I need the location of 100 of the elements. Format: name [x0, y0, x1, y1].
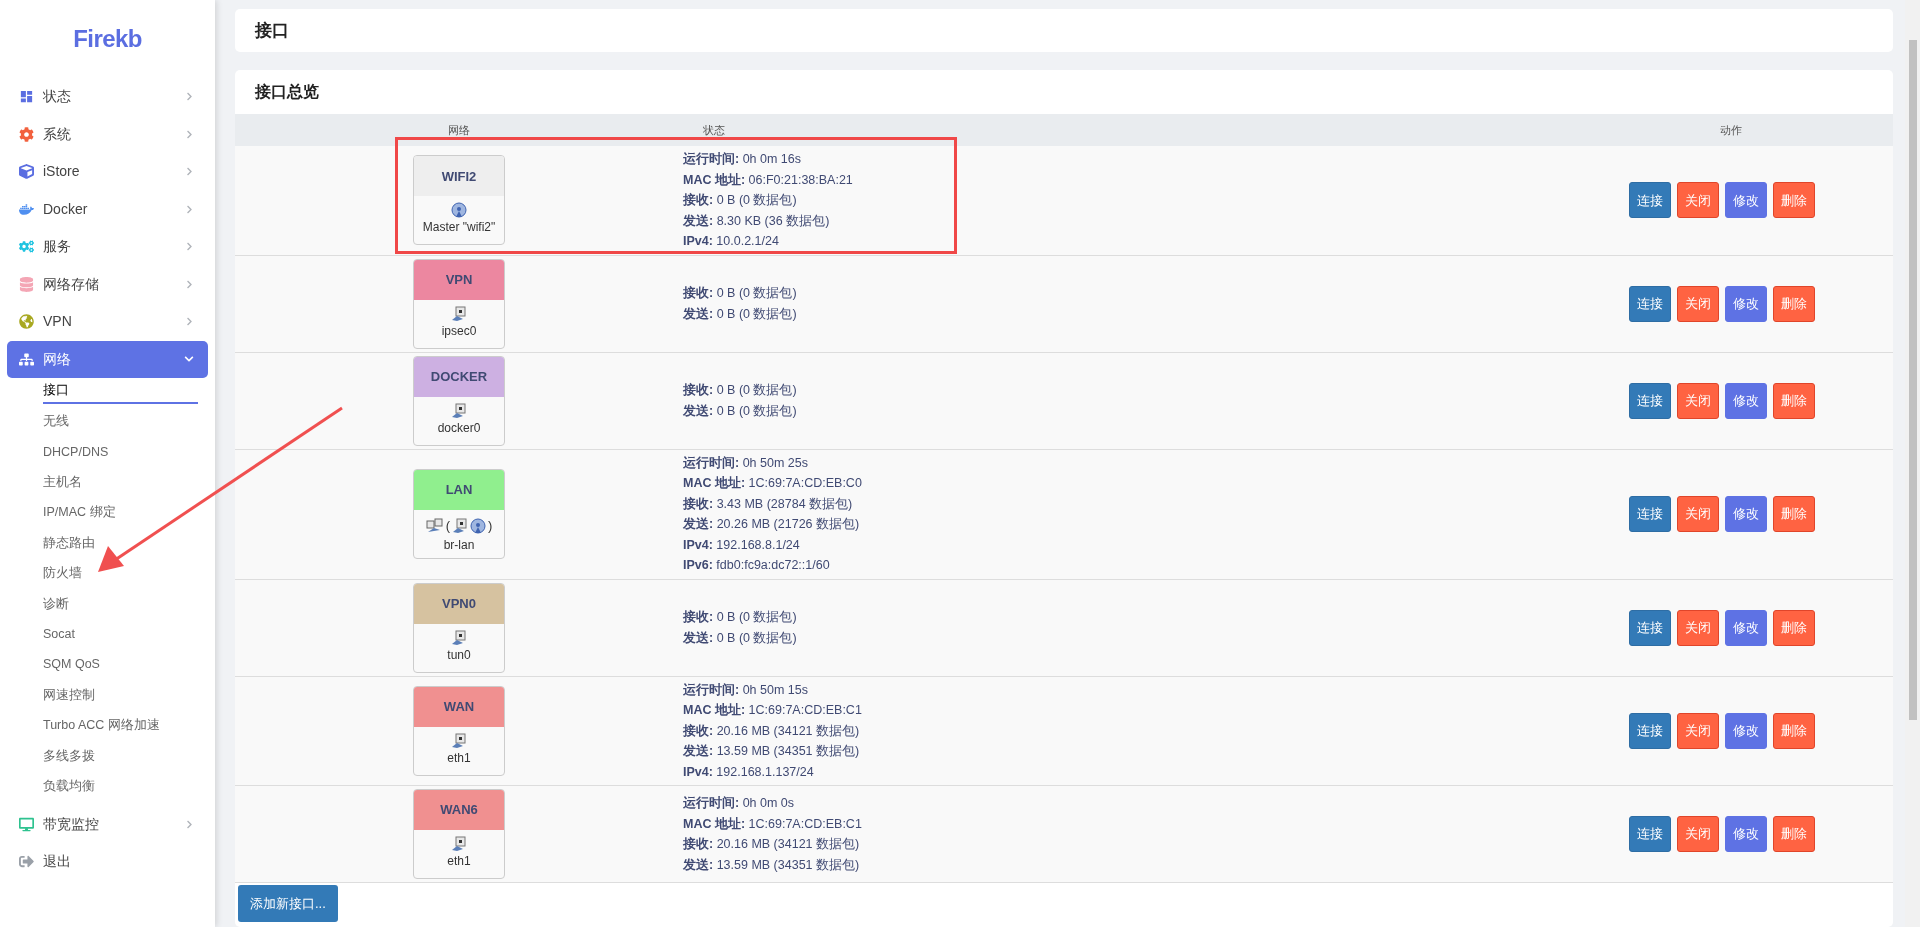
gears-icon — [19, 239, 34, 255]
device-name: docker0 — [437, 419, 481, 437]
submenu-item[interactable]: 无线 — [43, 409, 198, 434]
submenu-item[interactable]: 诊断 — [43, 591, 198, 617]
status-line: 发送: 8.30 KB (36 数据包) — [683, 212, 830, 230]
connect-button[interactable]: 连接 — [1629, 285, 1671, 322]
stop-button[interactable]: 关闭 — [1677, 609, 1719, 646]
sidebar-item-label: 网络 — [43, 349, 72, 369]
submenu-item[interactable]: 接口 — [43, 379, 198, 404]
connect-button[interactable]: 连接 — [1629, 609, 1671, 646]
interface-name: WAN6 — [414, 790, 504, 830]
status-line: 接收: 3.43 MB (28784 数据包) — [683, 495, 853, 513]
sidebar-item[interactable]: iStore — [7, 153, 208, 191]
device-name: tun0 — [447, 646, 471, 664]
delete-button[interactable]: 删除 — [1773, 382, 1815, 419]
column-header: 网络 — [448, 122, 470, 138]
delete-button[interactable]: 删除 — [1773, 285, 1815, 322]
stop-button[interactable]: 关闭 — [1677, 496, 1719, 532]
sidebar-item-label: VPN — [43, 312, 73, 332]
submenu-item[interactable]: 多线多拨 — [43, 743, 198, 769]
page-title: 接口 — [255, 19, 289, 42]
stop-button[interactable]: 关闭 — [1677, 382, 1719, 419]
status-line: 接收: 0 B (0 数据包) — [683, 609, 797, 626]
submenu-item[interactable]: 静态路由 — [43, 530, 198, 556]
section-title: 接口总览 — [254, 82, 320, 102]
bracket-text: ( — [445, 517, 450, 535]
submenu-item[interactable]: 主机名 — [43, 470, 198, 495]
submenu-item[interactable]: DHCP/DNS — [43, 439, 198, 465]
delete-button[interactable]: 删除 — [1773, 712, 1815, 749]
submenu-item[interactable]: Turbo ACC 网络加速 — [43, 713, 198, 738]
connect-button[interactable]: 连接 — [1629, 496, 1671, 532]
status-line: 接收: 0 B (0 数据包) — [683, 285, 797, 302]
stop-button[interactable]: 关闭 — [1677, 712, 1719, 749]
submenu-item[interactable]: 防火墙 — [43, 561, 198, 586]
delete-button[interactable]: 删除 — [1773, 816, 1815, 852]
sidebar-item[interactable]: Docker — [7, 190, 208, 228]
submenu-item[interactable]: 负载均衡 — [43, 774, 198, 799]
logout-icon — [19, 854, 34, 870]
column-header: 状态 — [703, 123, 725, 136]
device-name: eth1 — [447, 749, 471, 767]
sidebar-item[interactable]: 带宽监控 — [7, 805, 208, 843]
submenu-item[interactable]: Socat — [43, 622, 198, 647]
device-name: ipsec0 — [441, 322, 477, 340]
edit-button[interactable]: 修改 — [1725, 382, 1767, 419]
interface-name: DOCKER — [414, 356, 504, 397]
sidebar-item[interactable]: VPN — [7, 303, 208, 341]
connect-button[interactable]: 连接 — [1629, 712, 1671, 749]
edit-button[interactable]: 修改 — [1725, 609, 1767, 646]
sidebar-item[interactable]: 退出 — [7, 842, 208, 881]
submenu-item[interactable]: 网速控制 — [43, 682, 198, 708]
submenu-item[interactable]: SQM QoS — [43, 652, 198, 678]
sidebar-item-label: 网络存储 — [43, 274, 100, 294]
status-line: IPv4: 192.168.8.1/24 — [683, 536, 800, 554]
wireless-icon — [470, 517, 486, 534]
sidebar-item[interactable]: 网络存储 — [7, 265, 208, 303]
globe-icon — [19, 314, 34, 330]
sidebar-item-label: 退出 — [43, 852, 72, 872]
edit-button[interactable]: 修改 — [1725, 182, 1767, 219]
device-name: eth1 — [447, 853, 471, 870]
sidebar-item[interactable]: 网络 — [7, 340, 208, 378]
stop-button[interactable]: 关闭 — [1677, 285, 1719, 322]
sidebar-item-label: iStore — [43, 162, 81, 182]
status-line: 运行时间: 0h 50m 15s — [683, 681, 808, 699]
connect-button[interactable]: 连接 — [1629, 382, 1671, 419]
stop-button[interactable]: 关闭 — [1677, 816, 1719, 852]
network-port-icon — [451, 402, 467, 419]
sidebar-item[interactable]: 系统 — [7, 115, 208, 153]
status-line: 发送: 0 B (0 数据包) — [683, 629, 797, 647]
database-icon — [19, 276, 34, 292]
network-port-icon — [451, 629, 467, 646]
edit-button[interactable]: 修改 — [1725, 285, 1767, 322]
interface-name: WIFI2 — [414, 156, 504, 197]
network-port-icon — [451, 836, 467, 852]
edit-button[interactable]: 修改 — [1725, 816, 1767, 852]
delete-button[interactable]: 删除 — [1773, 496, 1815, 532]
edit-button[interactable]: 修改 — [1725, 496, 1767, 532]
sidebar-item-label: 带宽监控 — [43, 814, 100, 834]
whale-icon — [19, 201, 34, 217]
status-line: MAC 地址: 06:F0:21:38:BA:21 — [683, 171, 853, 189]
connect-button[interactable]: 连接 — [1629, 182, 1671, 219]
interface-name: VPN0 — [414, 583, 504, 624]
status-line: IPv4: 192.168.1.137/24 — [683, 763, 814, 781]
status-line: 接收: 20.16 MB (34121 数据包) — [683, 722, 860, 740]
submenu-item[interactable]: IP/MAC 绑定 — [43, 500, 198, 526]
status-line: 接收: 0 B (0 数据包) — [683, 382, 797, 399]
status-line: IPv6: fdb0:fc9a:dc72::1/60 — [683, 557, 830, 574]
column-header: 动作 — [1720, 122, 1742, 138]
add-interface-button[interactable]: 添加新接口... — [238, 885, 338, 922]
network-port-icon — [451, 305, 467, 322]
connect-button[interactable]: 连接 — [1629, 816, 1671, 852]
stop-button[interactable]: 关闭 — [1677, 182, 1719, 219]
interface-name: WAN — [414, 686, 504, 727]
sidebar-item-label: 服务 — [43, 237, 72, 257]
sidebar-item[interactable]: 服务 — [7, 228, 208, 266]
sidebar-item[interactable]: 状态 — [7, 78, 208, 116]
delete-button[interactable]: 删除 — [1773, 609, 1815, 646]
delete-button[interactable]: 删除 — [1773, 182, 1815, 219]
status-line: 运行时间: 0h 50m 25s — [683, 454, 808, 472]
edit-button[interactable]: 修改 — [1725, 712, 1767, 749]
sitemap-icon — [19, 351, 34, 367]
